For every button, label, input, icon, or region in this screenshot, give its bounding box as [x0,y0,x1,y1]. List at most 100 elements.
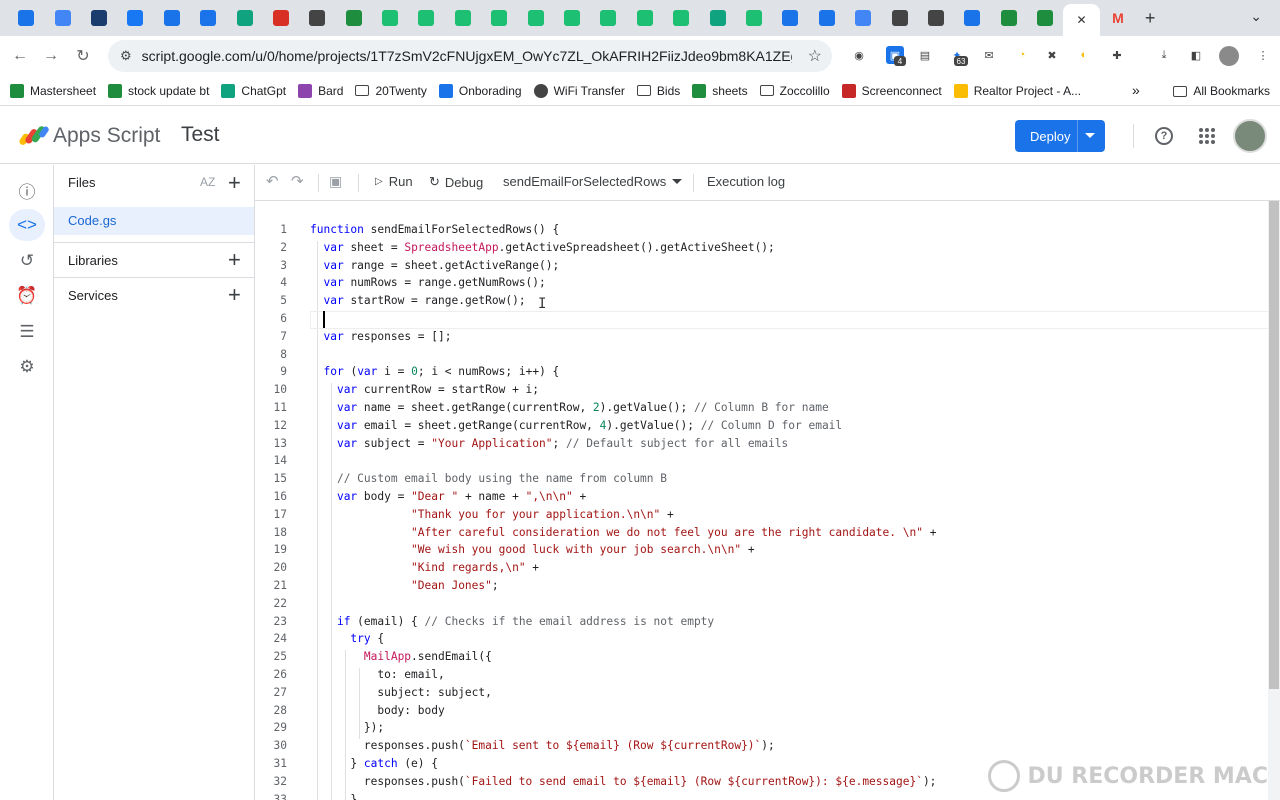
all-bookmarks[interactable]: All Bookmarks [1173,84,1270,98]
photos-icon[interactable]: ▤ [916,46,934,64]
project-name[interactable]: Test [181,123,220,147]
code-line[interactable]: var numRows = range.getNumRows(); [310,276,545,289]
close-tab-icon[interactable]: ✕ [1076,13,1086,27]
camera-icon[interactable]: ◉ [850,46,868,64]
browser-tab[interactable] [554,4,590,32]
side-panel-icon[interactable]: ◧ [1187,46,1205,64]
libraries-section[interactable]: Libraries [54,242,254,278]
browser-tab[interactable] [372,4,408,32]
add-file-icon[interactable]: + [228,172,241,194]
add-library-icon[interactable]: + [228,249,241,271]
reload-icon[interactable]: ↻ [67,46,99,66]
code-line[interactable]: try { [310,632,384,645]
code-line[interactable]: var responses = []; [310,330,451,343]
browser-tab[interactable] [663,4,699,32]
browser-tab[interactable] [154,4,190,32]
browser-tab[interactable] [772,4,808,32]
vertical-scrollbar[interactable] [1268,201,1280,800]
browser-tab[interactable] [8,4,44,32]
code-line[interactable]: var range = sheet.getActiveRange(); [310,259,559,272]
add-service-icon[interactable]: + [228,284,241,306]
file-item-code-gs[interactable]: Code.gs [54,207,254,235]
code-line[interactable]: body: body [310,704,444,717]
code-line[interactable]: var email = sheet.getRange(currentRow, 4… [310,419,842,432]
bookmark-star-icon[interactable]: ☆ [808,46,822,66]
bookmark-item[interactable]: stock update bt [108,83,209,98]
code-line[interactable]: function sendEmailForSelectedRows() { [310,223,559,236]
bookmark-item[interactable]: 20Twenty [355,84,427,98]
extension-icon[interactable]: ◔ [1013,46,1031,64]
code-line[interactable]: var currentRow = startRow + i; [310,383,539,396]
code-line[interactable]: }); [310,721,384,734]
browser-tab[interactable]: M [1100,4,1136,32]
bookmark-item[interactable]: ChatGpt [221,83,286,98]
code-line[interactable]: for (var i = 0; i < numRows; i++) { [310,365,559,378]
extension-icon[interactable]: ✖ [1043,46,1061,64]
help-icon[interactable]: ? [1155,127,1173,145]
chevron-down-icon[interactable] [1085,133,1095,138]
sort-az-icon[interactable]: AZ [200,175,215,189]
user-avatar[interactable] [1233,119,1267,153]
browser-tab[interactable] [299,4,335,32]
menu-icon[interactable]: ⋮ [1254,46,1272,64]
settings-icon[interactable]: ⚙ [9,351,45,383]
address-bar[interactable]: ⚙ script.google.com/u/0/home/projects/1T… [108,40,832,72]
code-line[interactable]: "Kind regards,\n" + [310,561,539,574]
browser-tab[interactable] [1027,4,1063,32]
history-icon[interactable]: ↺ [9,245,45,277]
app-name[interactable]: Apps Script [53,124,160,148]
code-line[interactable]: var name = sheet.getRange(currentRow, 2)… [310,401,829,414]
browser-tab[interactable] [44,4,80,32]
code-line[interactable]: var body = "Dear " + name + ",\n\n" + [310,490,586,503]
url-text[interactable]: script.google.com/u/0/home/projects/1T7z… [142,48,792,64]
browser-tab[interactable] [627,4,663,32]
browser-tab[interactable] [918,4,954,32]
code-line[interactable]: to: email, [310,668,444,681]
code-line[interactable]: subject: subject, [310,686,492,699]
code-line[interactable]: if (email) { // Checks if the email addr… [310,615,714,628]
browser-tab[interactable] [81,4,117,32]
code-line[interactable]: responses.push(`Failed to send email to … [310,775,937,788]
run-button[interactable]: ▷ Run [375,174,413,189]
debug-button[interactable]: ↻ Debug [429,174,483,190]
site-info-icon[interactable]: ⚙ [120,48,132,64]
overview-icon[interactable]: ⓘ [9,174,45,206]
code-line[interactable]: } catch (e) { [310,757,438,770]
bookmark-item[interactable]: Realtor Project - A... [953,83,1081,98]
bookmark-item[interactable]: Bard [298,83,343,98]
browser-tab[interactable] [263,4,299,32]
code-line[interactable]: "Thank you for your application.\n\n" + [310,508,674,521]
google-apps-icon[interactable] [1199,128,1215,144]
code-line[interactable]: "We wish you good luck with your job sea… [310,543,755,556]
deploy-button[interactable]: Deploy [1015,120,1105,152]
bookmark-item[interactable]: Screenconnect [841,83,942,98]
executions-icon[interactable]: ☰ [9,316,45,348]
function-select[interactable]: sendEmailForSelectedRows [503,174,683,189]
code-line[interactable]: var sheet = SpreadsheetApp.getActiveSpre… [310,241,774,254]
code-editor[interactable]: I DU RECORDER MAC 1 function sendEmailFor… [255,201,1280,800]
undo-icon[interactable]: ↶ [266,172,279,190]
browser-tab[interactable] [809,4,845,32]
scrollbar-thumb[interactable] [1269,201,1279,689]
code-line[interactable]: } [310,793,357,800]
browser-tab[interactable] [954,4,990,32]
save-icon[interactable]: ▣ [329,173,342,190]
bookmark-item[interactable]: Bids [636,84,680,98]
bookmark-item[interactable]: Onborading [438,83,522,98]
triggers-icon[interactable]: ⏰ [9,280,45,312]
mail-icon[interactable]: ✉ [980,46,998,64]
back-icon[interactable]: ← [4,47,36,65]
services-section[interactable]: Services [54,277,254,313]
code-line[interactable]: MailApp.sendEmail({ [310,650,492,663]
bookmark-item[interactable]: sheets [692,83,748,98]
more-bookmarks-icon[interactable]: » [1132,82,1140,98]
code-line[interactable]: "Dean Jones"; [310,579,499,592]
tab-search-icon[interactable]: ⌄ [1250,8,1262,25]
execution-log-button[interactable]: Execution log [707,174,785,189]
browser-tab[interactable] [699,4,735,32]
forward-icon[interactable]: → [35,47,67,65]
browser-tab[interactable] [117,4,153,32]
browser-tab[interactable] [991,4,1027,32]
browser-tab[interactable] [408,4,444,32]
code-line[interactable]: responses.push(`Email sent to ${email} (… [310,739,775,752]
